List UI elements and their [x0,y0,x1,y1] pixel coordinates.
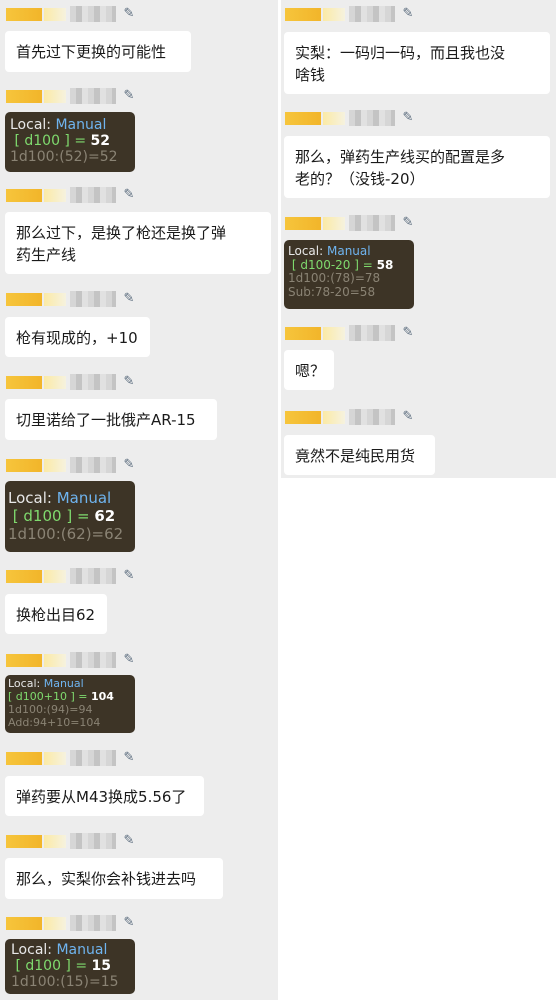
sender-name-bar: ✎ [6,6,136,22]
dice-roll-card[interactable]: Local: Manual [ d100 ] = 52 1d100:(52)=5… [5,112,135,172]
dice-expression: [ d100-20 ] = 58 [291,257,394,272]
avatar-icon[interactable]: ✎ [400,6,416,22]
dice-header: Local: Manual [10,117,107,133]
avatar-icon[interactable]: ✎ [121,568,137,584]
avatar-icon[interactable]: ✎ [121,652,137,668]
dice-detail: Sub:78-20=58 [288,284,376,299]
avatar-icon[interactable]: ✎ [121,915,137,931]
dice-detail: 1d100:(62)=62 [8,525,124,543]
avatar-icon[interactable]: ✎ [400,325,416,341]
message-bubble[interactable]: 那么过下，是换了枪还是换了弹 药生产线 [5,212,271,274]
dice-detail: Add:94+10=104 [8,716,101,729]
sender-name-bar: ✎ [6,915,136,931]
message-bubble[interactable]: 首先过下更换的可能性 [5,31,191,72]
dice-expression: [ d100+10 ] = 104 [8,690,114,703]
dice-roll-card[interactable]: Local: Manual [ d100 ] = 62 1d100:(62)=6… [5,481,135,552]
dice-roll-card[interactable]: Local: Manual [ d100-20 ] = 58 1d100:(78… [284,240,414,309]
message-bubble[interactable]: 枪有现成的，+10 [5,317,150,357]
dice-header: Local: Manual [8,489,112,507]
sender-name-bar: ✎ [6,833,136,849]
chat-column-left: ✎ 首先过下更换的可能性 ✎ Local: Manual [ d100 ] = … [0,0,278,1000]
sender-name-bar: ✎ [6,374,136,390]
sender-name-bar: ✎ [6,457,136,473]
avatar-icon[interactable]: ✎ [400,215,416,231]
dice-detail: 1d100:(78)=78 [288,271,381,285]
sender-name-bar: ✎ [285,110,415,126]
message-bubble[interactable]: 实梨：一码归一码，而且我也没 啥钱 [284,32,550,94]
chat-column-right: ✎ 实梨：一码归一码，而且我也没 啥钱 ✎ 那么，弹药生产线买的配置是多 老的？… [281,0,556,478]
dice-detail: 1d100:(52)=52 [10,149,118,165]
avatar-icon[interactable]: ✎ [400,409,416,425]
dice-roll-card[interactable]: Local: Manual [ d100 ] = 15 1d100:(15)=1… [5,939,135,994]
avatar-icon[interactable]: ✎ [400,110,416,126]
avatar-icon[interactable]: ✎ [121,187,137,203]
sender-name-bar: ✎ [285,409,415,425]
message-bubble[interactable]: 换枪出目62 [5,594,107,634]
message-bubble[interactable]: 切里诺给了一批俄产AR-15 [5,399,217,440]
dice-header: Local: Manual [11,942,108,958]
avatar-icon[interactable]: ✎ [121,291,137,307]
sender-name-bar: ✎ [285,6,415,22]
message-bubble[interactable]: 嗯？ [284,350,334,390]
dice-detail: 1d100:(94)=94 [8,703,93,716]
avatar-icon[interactable]: ✎ [121,457,137,473]
sender-name-bar: ✎ [6,291,136,307]
sender-name-bar: ✎ [285,215,415,231]
sender-name-bar: ✎ [6,88,136,104]
dice-roll-card[interactable]: Local: Manual [ d100+10 ] = 104 1d100:(9… [5,675,135,733]
dice-expression: [ d100 ] = 15 [15,958,112,974]
avatar-icon[interactable]: ✎ [121,374,137,390]
sender-name-bar: ✎ [6,750,136,766]
avatar-icon[interactable]: ✎ [121,6,137,22]
sender-name-bar: ✎ [6,187,136,203]
dice-header: Local: Manual [288,244,371,258]
avatar-icon[interactable]: ✎ [121,88,137,104]
message-bubble[interactable]: 那么，实梨你会补钱进去吗 [5,858,223,899]
dice-header: Local: Manual [8,677,84,690]
sender-name-bar: ✎ [285,325,415,341]
sender-name-bar: ✎ [6,652,136,668]
dice-expression: [ d100 ] = 52 [14,133,111,149]
dice-expression: [ d100 ] = 62 [12,507,116,525]
dice-detail: 1d100:(15)=15 [11,974,119,990]
avatar-icon[interactable]: ✎ [121,833,137,849]
message-bubble[interactable]: 竟然不是纯民用货 [284,435,435,475]
message-bubble[interactable]: 弹药要从M43换成5.56了 [5,776,204,816]
avatar-icon[interactable]: ✎ [121,750,137,766]
message-bubble[interactable]: 那么，弹药生产线买的配置是多 老的？（没钱-20） [284,136,550,198]
sender-name-bar: ✎ [6,568,136,584]
